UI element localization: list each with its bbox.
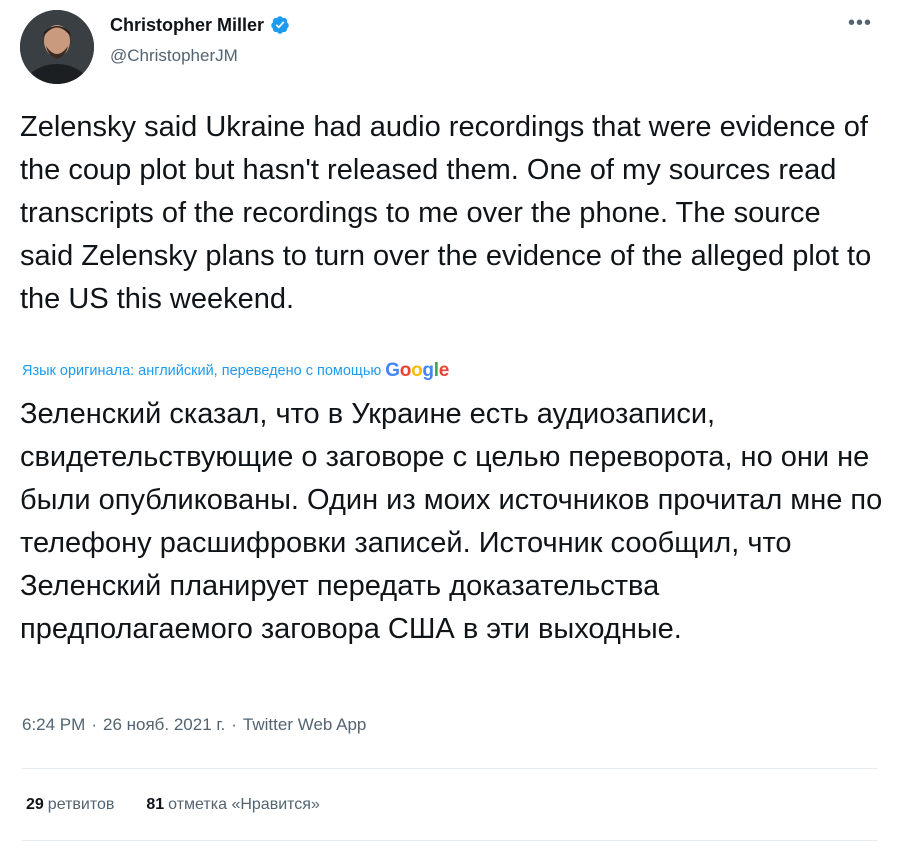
tweet-card: Christopher Miller @ChristopherJM ••• Ze… [0,0,900,848]
meta-separator: · [91,715,97,734]
tweet-source[interactable]: Twitter Web App [243,715,366,735]
translation-note-label: Язык оригинала: английский, переведено с… [22,363,382,379]
author-block: Christopher Miller @ChristopherJM [110,12,290,66]
tweet-date[interactable]: 26 нояб. 2021 г. [103,715,225,735]
tweet-text-original: Zelensky said Ukraine had audio recordin… [20,111,872,315]
tweet-text-translated: Зеленский сказал, что в Украине есть ауд… [20,398,883,645]
translation-note[interactable]: Язык оригинала: английский, переведено с… [22,360,449,382]
likes-count: 81 [146,796,165,813]
divider-bottom [22,840,878,841]
author-name[interactable]: Christopher Miller [110,15,264,36]
avatar[interactable] [20,10,94,84]
retweets-count: 29 [26,796,44,813]
google-logo: Google [385,360,449,381]
tweet-meta: 6:24 PM · 26 нояб. 2021 г. · Twitter Web… [22,715,366,735]
tweet-stats: 29 ретвитов 81 отметка «Нравится» [26,796,320,814]
likes-label: отметка «Нравится» [168,796,320,813]
more-horizontal-icon[interactable]: ••• [848,12,872,35]
retweets-stat[interactable]: 29 ретвитов [26,796,114,814]
avatar-image [20,10,94,84]
retweets-label: ретвитов [47,796,115,813]
likes-stat[interactable]: 81 отметка «Нравится» [146,796,319,814]
divider [22,768,878,769]
author-handle[interactable]: @ChristopherJM [110,46,290,66]
tweet-time[interactable]: 6:24 PM [22,715,85,735]
meta-separator-2: · [231,715,237,734]
verified-badge-icon [271,16,289,34]
